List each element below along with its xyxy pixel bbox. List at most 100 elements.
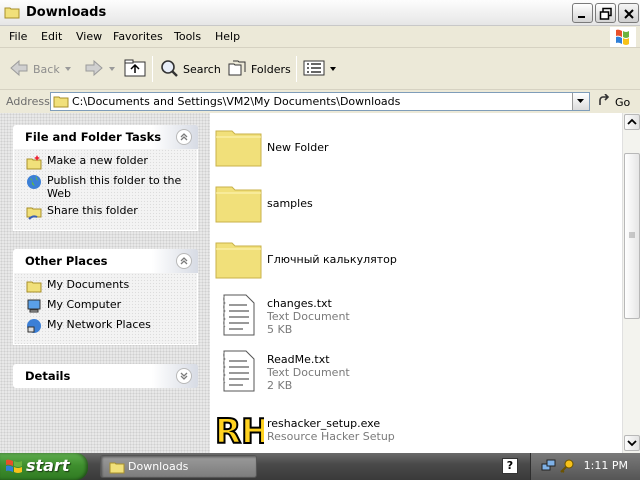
task-label: Publish this folder to the Web <box>47 174 182 200</box>
go-label: Go <box>615 96 631 109</box>
menu-file[interactable]: File <box>9 30 27 43</box>
folders-icon <box>227 58 247 81</box>
file-size: 5 KB <box>267 323 293 336</box>
my-computer-icon <box>26 298 42 314</box>
security-key-icon[interactable] <box>559 458 575 477</box>
maximize-button[interactable] <box>595 3 616 23</box>
panel-title: File and Folder Tasks <box>25 130 162 144</box>
task-label: Make a new folder <box>47 154 148 167</box>
network-icon[interactable] <box>541 458 557 477</box>
collapse-icon[interactable] <box>176 253 192 269</box>
address-label: Address <box>6 95 50 108</box>
taskbar-window-button[interactable]: Downloads <box>100 455 257 478</box>
my-documents-icon <box>26 278 42 294</box>
panel-title: Details <box>25 369 71 383</box>
forward-button[interactable] <box>84 56 116 82</box>
file-name: ReadMe.txt <box>267 353 330 366</box>
back-arrow-icon <box>9 59 29 80</box>
menu-favorites[interactable]: Favorites <box>113 30 163 43</box>
menu-tools[interactable]: Tools <box>174 30 201 43</box>
forward-arrow-icon <box>84 59 104 80</box>
folder-icon <box>4 5 20 19</box>
panel-header[interactable]: Details <box>13 364 198 388</box>
file-name: samples <box>267 197 313 210</box>
main-area: File and Folder Tasks Make a new folder … <box>0 113 640 453</box>
network-places-icon <box>26 318 42 334</box>
file-size: 2 KB <box>267 379 293 392</box>
chevron-down-icon <box>64 63 72 76</box>
views-button[interactable] <box>303 56 337 82</box>
file-name: Глючный калькулятор <box>267 253 397 266</box>
collapse-icon[interactable] <box>176 129 192 145</box>
svg-text:RH: RH <box>215 412 264 451</box>
up-folder-icon <box>123 58 147 81</box>
task-make-new-folder[interactable]: Make a new folder <box>26 154 191 170</box>
place-my-documents[interactable]: My Documents <box>26 278 191 294</box>
resource-hacker-icon: RH <box>214 403 271 453</box>
address-bar: Address C:\Documents and Settings\VM2\My… <box>0 90 640 113</box>
file-list: New Folder samples Глючный калькулятор c… <box>210 113 622 453</box>
file-type: Text Document <box>267 310 350 323</box>
window-title: Downloads <box>26 5 107 20</box>
new-folder-icon <box>26 154 42 170</box>
vertical-scrollbar[interactable] <box>622 113 640 453</box>
file-name: New Folder <box>267 141 329 154</box>
up-folder-button[interactable] <box>123 56 147 82</box>
list-item[interactable]: Глючный калькулятор <box>214 233 614 289</box>
folder-icon <box>214 179 264 227</box>
place-label: My Documents <box>47 278 130 291</box>
address-input[interactable]: C:\Documents and Settings\VM2\My Documen… <box>50 92 590 111</box>
address-dropdown-button[interactable] <box>572 93 589 110</box>
expand-icon[interactable] <box>176 368 192 384</box>
folder-icon <box>109 460 125 477</box>
close-button[interactable] <box>618 3 639 23</box>
panel-header[interactable]: File and Folder Tasks <box>13 125 198 149</box>
place-my-computer[interactable]: My Computer <box>26 298 191 314</box>
title-bar[interactable]: Downloads <box>0 0 640 26</box>
system-tray: 1:11 PM <box>530 453 640 480</box>
taskbar-window-label: Downloads <box>128 460 189 473</box>
start-button[interactable]: start <box>0 453 88 480</box>
folder-icon <box>53 95 69 111</box>
list-item[interactable]: changes.txt Text Document 5 KB <box>214 289 614 345</box>
file-name: reshacker_setup.exe <box>267 417 381 430</box>
task-share-folder[interactable]: Share this folder <box>26 204 191 220</box>
go-button[interactable]: Go <box>597 93 631 111</box>
list-item[interactable]: RH reshacker_setup.exe Resource Hacker S… <box>214 401 614 457</box>
back-button[interactable]: Back <box>9 56 72 82</box>
menu-help[interactable]: Help <box>215 30 240 43</box>
panel-header[interactable]: Other Places <box>13 249 198 273</box>
text-document-icon <box>214 347 264 395</box>
search-button[interactable]: Search <box>159 56 221 82</box>
go-arrow-icon <box>597 93 611 111</box>
file-type: Text Document <box>267 366 350 379</box>
list-item[interactable]: ReadMe.txt Text Document 2 KB <box>214 345 614 401</box>
folder-icon <box>214 235 264 283</box>
windows-logo-icon <box>5 458 23 477</box>
place-my-network-places[interactable]: My Network Places <box>26 318 191 334</box>
task-label: Share this folder <box>47 204 138 217</box>
task-publish-folder[interactable]: Publish this folder to the Web <box>26 174 191 200</box>
windows-logo-icon <box>610 27 636 47</box>
file-name: changes.txt <box>267 297 332 310</box>
scroll-down-button[interactable] <box>624 435 640 451</box>
panel-title: Other Places <box>25 254 108 268</box>
list-item[interactable]: samples <box>214 177 614 233</box>
details-panel: Details <box>13 364 198 388</box>
chevron-down-icon <box>108 63 116 76</box>
menu-view[interactable]: View <box>76 30 102 43</box>
file-type: Resource Hacker Setup <box>267 430 395 443</box>
views-icon <box>303 59 325 80</box>
folders-button[interactable]: Folders <box>227 56 291 82</box>
scroll-thumb[interactable] <box>624 153 640 319</box>
search-icon <box>159 58 179 81</box>
chevron-down-icon <box>329 63 337 76</box>
scroll-up-button[interactable] <box>624 114 640 130</box>
minimize-button[interactable] <box>572 3 593 23</box>
list-item[interactable]: New Folder <box>214 121 614 177</box>
back-label: Back <box>33 62 60 76</box>
place-label: My Network Places <box>47 318 151 331</box>
search-label: Search <box>183 62 221 76</box>
help-icon[interactable]: ? <box>502 458 518 474</box>
menu-edit[interactable]: Edit <box>41 30 62 43</box>
